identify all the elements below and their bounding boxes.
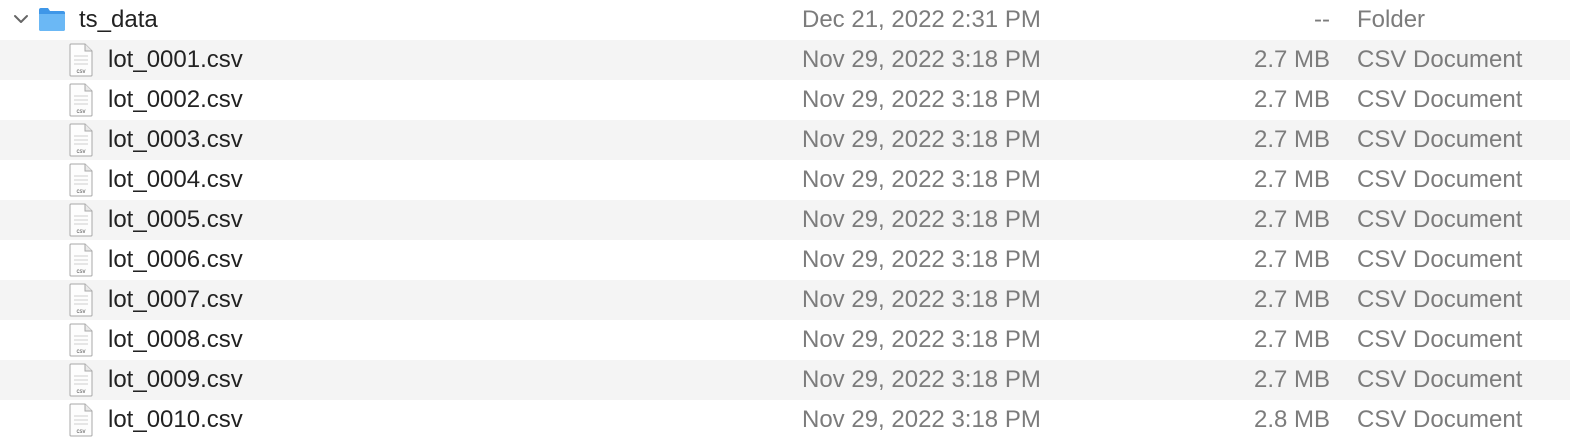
file-date-modified: Nov 29, 2022 3:18 PM [802, 206, 1041, 233]
file-name: lot_0001.csv [108, 46, 243, 73]
csv-file-icon: csv [69, 43, 93, 77]
file-size: 2.8 MB [1253, 406, 1330, 433]
file-size: 2.7 MB [1253, 166, 1330, 193]
file-name: lot_0004.csv [108, 166, 243, 193]
file-row[interactable]: csv lot_0007.csv Nov 29, 2022 3:18 PM 2.7 M… [0, 280, 1570, 320]
csv-file-icon: csv [69, 123, 93, 157]
file-kind: CSV Document [1357, 206, 1523, 233]
file-row[interactable]: csv lot_0004.csv Nov 29, 2022 3:18 PM 2.7 M… [0, 160, 1570, 200]
csv-file-icon: csv [69, 403, 93, 437]
file-row[interactable]: csv lot_0010.csv Nov 29, 2022 3:18 PM 2.8 M… [0, 400, 1570, 440]
file-name: lot_0008.csv [108, 326, 243, 353]
folder-row-ts-data[interactable]: ts_data Dec 21, 2022 2:31 PM -- Folder [0, 0, 1570, 40]
csv-file-icon: csv [69, 83, 93, 117]
file-size: 2.7 MB [1253, 126, 1330, 153]
file-row[interactable]: csv lot_0006.csv Nov 29, 2022 3:18 PM 2.7 M… [0, 240, 1570, 280]
csv-file-icon: csv [69, 283, 93, 317]
file-size: 2.7 MB [1253, 366, 1330, 393]
csv-file-icon: csv [69, 323, 93, 357]
file-date-modified: Nov 29, 2022 3:18 PM [802, 286, 1041, 313]
csv-file-icon: csv [69, 243, 93, 277]
file-name: lot_0006.csv [108, 246, 243, 273]
csv-file-icon: csv [69, 163, 93, 197]
file-date-modified: Nov 29, 2022 3:18 PM [802, 46, 1041, 73]
file-icon-badge: csv [77, 189, 86, 195]
file-kind: CSV Document [1357, 246, 1523, 273]
file-row[interactable]: csv lot_0008.csv Nov 29, 2022 3:18 PM 2.7 M… [0, 320, 1570, 360]
file-icon-badge: csv [77, 109, 86, 115]
file-row[interactable]: csv lot_0009.csv Nov 29, 2022 3:18 PM 2.7 M… [0, 360, 1570, 400]
file-list: ts_data Dec 21, 2022 2:31 PM -- Folder c… [0, 0, 1570, 440]
file-name: lot_0003.csv [108, 126, 243, 153]
file-date-modified: Nov 29, 2022 3:18 PM [802, 326, 1041, 353]
file-icon-badge: csv [77, 149, 86, 155]
folder-icon [39, 8, 65, 31]
file-row[interactable]: csv lot_0005.csv Nov 29, 2022 3:18 PM 2.7 M… [0, 200, 1570, 240]
file-icon-badge: csv [77, 429, 86, 435]
file-kind: CSV Document [1357, 166, 1523, 193]
file-row[interactable]: csv lot_0001.csv Nov 29, 2022 3:18 PM 2.7 M… [0, 40, 1570, 80]
file-name: lot_0002.csv [108, 86, 243, 113]
folder-kind: Folder [1357, 6, 1426, 33]
file-size: 2.7 MB [1253, 46, 1330, 73]
file-icon-badge: csv [77, 389, 86, 395]
file-date-modified: Nov 29, 2022 3:18 PM [802, 366, 1041, 393]
file-size: 2.7 MB [1253, 86, 1330, 113]
file-size: 2.7 MB [1253, 206, 1330, 233]
chevron-down-icon[interactable] [12, 10, 30, 28]
folder-name: ts_data [79, 6, 158, 33]
file-name: lot_0009.csv [108, 366, 243, 393]
file-size: 2.7 MB [1253, 286, 1330, 313]
file-icon-badge: csv [77, 349, 86, 355]
file-date-modified: Nov 29, 2022 3:18 PM [802, 126, 1041, 153]
file-date-modified: Nov 29, 2022 3:18 PM [802, 406, 1041, 433]
file-size: 2.7 MB [1253, 326, 1330, 353]
file-row[interactable]: csv lot_0002.csv Nov 29, 2022 3:18 PM 2.7 M… [0, 80, 1570, 120]
folder-date-modified: Dec 21, 2022 2:31 PM [802, 6, 1041, 33]
file-row[interactable]: csv lot_0003.csv Nov 29, 2022 3:18 PM 2.7 M… [0, 120, 1570, 160]
file-kind: CSV Document [1357, 406, 1523, 433]
file-date-modified: Nov 29, 2022 3:18 PM [802, 86, 1041, 113]
file-kind: CSV Document [1357, 126, 1523, 153]
file-icon-badge: csv [77, 69, 86, 75]
file-icon-badge: csv [77, 269, 86, 275]
file-kind: CSV Document [1357, 46, 1523, 73]
file-kind: CSV Document [1357, 286, 1523, 313]
csv-file-icon: csv [69, 203, 93, 237]
file-name: lot_0007.csv [108, 286, 243, 313]
file-date-modified: Nov 29, 2022 3:18 PM [802, 246, 1041, 273]
file-icon-badge: csv [77, 309, 86, 315]
file-date-modified: Nov 29, 2022 3:18 PM [802, 166, 1041, 193]
csv-file-icon: csv [69, 363, 93, 397]
file-kind: CSV Document [1357, 366, 1523, 393]
file-kind: CSV Document [1357, 86, 1523, 113]
file-name: lot_0005.csv [108, 206, 243, 233]
file-kind: CSV Document [1357, 326, 1523, 353]
file-name: lot_0010.csv [108, 406, 243, 433]
file-icon-badge: csv [77, 229, 86, 235]
folder-size: -- [1314, 6, 1330, 33]
file-size: 2.7 MB [1253, 246, 1330, 273]
